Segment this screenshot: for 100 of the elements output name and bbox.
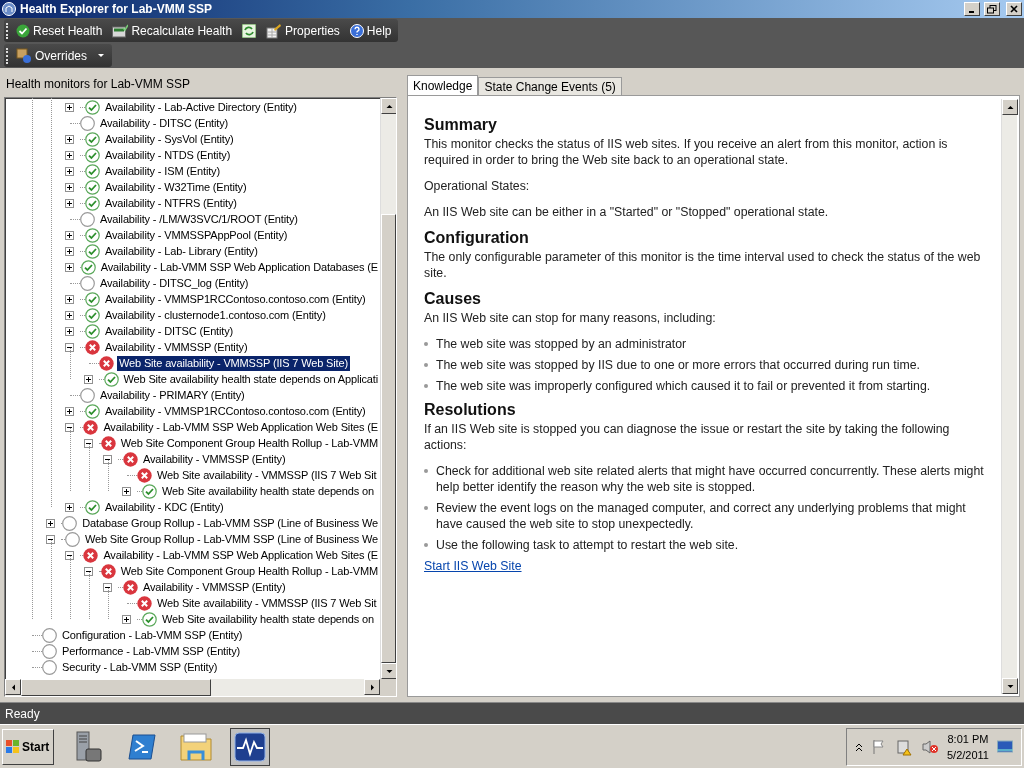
taskbar-app[interactable]: [230, 727, 270, 766]
expand-button[interactable]: [65, 326, 74, 336]
tree-item[interactable]: Web Site availability - VMMSSP (IIS 7 Web Sit: [155, 467, 379, 483]
expand-button[interactable]: [65, 406, 74, 416]
collapse-button[interactable]: [65, 422, 74, 432]
tree-item[interactable]: Availability - clusternode1.contoso.com (Entity): [103, 307, 328, 323]
tree-item[interactable]: Availability - Lab-VMM SSP Web Application Web Sites (E: [101, 547, 380, 563]
flag-icon[interactable]: [871, 738, 887, 755]
tab[interactable]: Knowledge: [407, 75, 479, 95]
restore-button[interactable]: [984, 2, 1000, 16]
expand-button[interactable]: [46, 518, 55, 528]
collapse-button[interactable]: [46, 534, 55, 544]
bullet-text: Use the following task to attempt to restart the web site.: [436, 537, 739, 553]
collapse-button[interactable]: [65, 342, 74, 352]
task-link[interactable]: Start IIS Web Site: [424, 559, 522, 573]
tree-item[interactable]: Availability - VMMSP1RCContoso.contoso.com (Entity): [103, 291, 368, 307]
tree-item[interactable]: Web Site Group Rollup - Lab-VMM SSP (Line of Business We: [83, 531, 380, 547]
expand-button[interactable]: [65, 182, 74, 192]
tree-item[interactable]: Web Site availability health state depends on: [160, 611, 376, 627]
close-button[interactable]: [1006, 2, 1022, 16]
expand-button[interactable]: [65, 230, 74, 240]
tree-item[interactable]: Web Site availability - VMMSSP (IIS 7 Web Sit: [155, 595, 379, 611]
tree-item[interactable]: Web Site Component Group Health Rollup - Lab-VMM: [118, 435, 380, 451]
collapse-button[interactable]: [84, 566, 93, 576]
expand-button[interactable]: [65, 294, 74, 304]
expand-button[interactable]: [65, 246, 74, 256]
tree-item[interactable]: Availability - KDC (Entity): [103, 499, 226, 515]
expand-button[interactable]: [65, 150, 74, 160]
error-icon: [123, 579, 138, 595]
scroll-down-button[interactable]: [381, 663, 396, 679]
expand-button[interactable]: [122, 614, 131, 624]
app-icon: [2, 2, 16, 16]
tree-item[interactable]: Availability - VMMSSP (Entity): [141, 579, 288, 595]
expand-button[interactable]: [84, 374, 93, 384]
tree-item[interactable]: Availability - SysVol (Entity): [103, 131, 236, 147]
tree-item[interactable]: Availability - NTDS (Entity): [103, 147, 233, 163]
speaker-muted-icon[interactable]: [921, 738, 939, 755]
scrollbar-thumb[interactable]: [21, 679, 211, 696]
toolbar-button[interactable]: Help: [347, 23, 394, 38]
scroll-up-button[interactable]: [381, 98, 396, 114]
expand-button[interactable]: [65, 502, 74, 512]
collapse-button[interactable]: [103, 582, 112, 592]
minimize-button[interactable]: [964, 2, 980, 16]
tree-item[interactable]: Web Site availability health state depends on Applicati: [121, 371, 380, 387]
tree-item[interactable]: Availability - PRIMARY (Entity): [98, 387, 247, 403]
tree-item[interactable]: Availability - NTFRS (Entity): [103, 195, 239, 211]
tree-item[interactable]: Availability - Lab-Active Directory (Entity): [103, 99, 299, 115]
expand-button[interactable]: [65, 198, 74, 208]
expand-button[interactable]: [65, 134, 74, 144]
tab[interactable]: State Change Events (5): [478, 77, 622, 95]
tree-item[interactable]: Web Site Component Group Health Rollup - Lab-VMM: [118, 563, 380, 579]
tree-item[interactable]: Availability - W32Time (Entity): [103, 179, 249, 195]
toolbar-button[interactable]: Properties: [264, 22, 342, 39]
expand-button[interactable]: [65, 102, 74, 112]
error-icon: [83, 419, 99, 435]
tree-item[interactable]: Availability - VMMSSPAppPool (Entity): [103, 227, 290, 243]
vertical-scrollbar[interactable]: [380, 98, 396, 679]
tree-item[interactable]: Web Site availability health state depends on: [160, 483, 376, 499]
toolbar-button[interactable]: Reset Health: [14, 23, 105, 38]
tree-item[interactable]: Database Group Rollup - Lab-VMM SSP (Line of Business We: [80, 515, 380, 531]
show-desktop-icon[interactable]: [997, 739, 1013, 754]
tree-item[interactable]: Availability - DITSC (Entity): [103, 323, 236, 339]
network-warning-icon[interactable]: [895, 737, 913, 756]
tree-item[interactable]: Availability - VMMSP1RCContoso.contoso.com (Entity): [103, 403, 368, 419]
tree-item[interactable]: Availability - Lab-VMM SSP Web Application Web Sites (E: [101, 419, 380, 435]
expand-button[interactable]: [65, 166, 74, 176]
collapse-button[interactable]: [65, 550, 74, 560]
tree-item[interactable]: Performance - Lab-VMM SSP (Entity): [60, 643, 243, 659]
expand-button[interactable]: [65, 262, 74, 272]
tree-item[interactable]: Availability - ISM (Entity): [103, 163, 222, 179]
tree-item[interactable]: Availability - Lab-VMM SSP Web Application Databases (E: [98, 259, 380, 275]
server-icon: [73, 730, 103, 763]
chevron-up-icon[interactable]: [855, 741, 863, 752]
collapse-button[interactable]: [84, 438, 93, 448]
expand-button[interactable]: [122, 486, 131, 496]
tree-item[interactable]: Security - Lab-VMM SSP (Entity): [60, 659, 220, 675]
scroll-left-button[interactable]: [5, 679, 21, 695]
tree-item[interactable]: Web Site availability - VMMSSP (IIS 7 Web Site): [117, 355, 350, 371]
overrides-menu[interactable]: Overrides: [14, 47, 108, 64]
clock[interactable]: 8:01 PM 5/2/2011: [947, 730, 989, 763]
check-circle-icon: [85, 323, 100, 339]
tree-item[interactable]: Availability - VMMSSP (Entity): [141, 451, 288, 467]
plus-icon: [123, 615, 130, 623]
expand-button[interactable]: [65, 310, 74, 320]
toolbar-button[interactable]: Recalculate Health: [110, 23, 235, 38]
start-button[interactable]: Start: [2, 728, 54, 765]
tree-item[interactable]: Availability - DITSC (Entity): [98, 115, 231, 131]
horizontal-scrollbar[interactable]: [5, 679, 380, 696]
scroll-down-button[interactable]: [1002, 678, 1018, 694]
vertical-scrollbar[interactable]: [1001, 99, 1017, 694]
scroll-up-button[interactable]: [1002, 99, 1018, 115]
scrollbar-thumb[interactable]: [381, 214, 396, 663]
tree-item[interactable]: Configuration - Lab-VMM SSP (Entity): [60, 627, 245, 643]
tree-item[interactable]: Availability - DITSC_log (Entity): [98, 275, 251, 291]
tree-item[interactable]: Availability - Lab- Library (Entity): [103, 243, 260, 259]
tree-item[interactable]: Availability - /LM/W3SVC/1/ROOT (Entity): [98, 211, 300, 227]
check-circle-icon: [80, 259, 96, 275]
collapse-button[interactable]: [103, 454, 112, 464]
tree-item[interactable]: Availability - VMMSSP (Entity): [103, 339, 250, 355]
scroll-right-button[interactable]: [364, 679, 380, 695]
